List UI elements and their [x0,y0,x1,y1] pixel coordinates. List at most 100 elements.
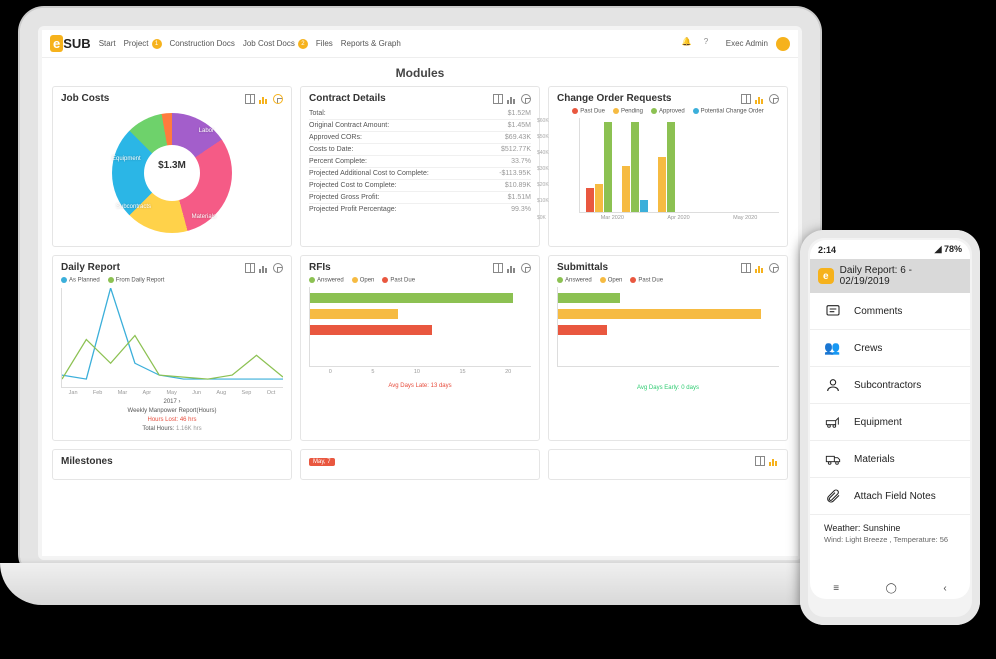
pie-view-icon[interactable] [769,263,779,273]
kv-label: Projected Gross Profit: [309,194,379,201]
phone-item-attach[interactable]: Attach Field Notes [810,478,970,515]
co-bar-chart [579,118,779,213]
paperclip-icon [824,488,842,504]
phone-screen: 2:14 ◢ 78% e Daily Report: 6 - 02/19/201… [810,240,970,599]
page-title: Modules [42,66,798,80]
rfi-x-axis: 05101520 [309,369,531,375]
nav-files[interactable]: Files [316,39,333,48]
help-icon[interactable]: ? [704,37,718,51]
job-costs-donut: $1.3M Labor Materials Subcontracts Equip… [102,108,242,238]
phone-app-logo-icon: e [818,268,834,284]
nav-job-cost-docs[interactable]: Job Cost Docs2 [243,39,308,49]
card-cutoff-2: May, 7 [300,449,540,480]
dr-x-axis: JanFebMarAprMayJunAugSepOct [61,390,283,396]
phone-item-equipment[interactable]: Equipment [810,404,970,441]
slice-equipment: Equipment [112,156,141,162]
phone-nav-buttons: ≡ ◯ ‹ [810,577,970,599]
rfi-footer: Avg Days Late: 13 days [309,383,531,389]
notifications-icon[interactable]: 🔔 [682,37,696,51]
phone-item-label: Equipment [854,417,902,428]
rfi-bar-chart [309,287,531,367]
jobcost-badge: 2 [298,39,308,49]
table-view-icon[interactable] [741,263,751,273]
submittals-title: Submittals [557,262,608,273]
card-job-costs: Job Costs $1.3M Labor Materials Subcontr… [52,86,292,247]
card-rfis: RFIs Answered Open Past Due [300,255,540,441]
phone-item-label: Subcontractors [854,380,921,391]
card-change-orders: Change Order Requests Past Due Pending A… [548,86,788,247]
slice-materials: Materials [192,214,216,220]
phone-status-bar: 2:14 ◢ 78% [810,240,970,259]
nav-project[interactable]: Project1 [124,39,162,49]
table-view-icon[interactable] [245,94,255,104]
pie-view-icon[interactable] [521,94,531,104]
sub-bar-chart [557,287,779,367]
table-view-icon[interactable] [741,94,751,104]
weather-sub: Wind: Light Breeze , Temperature: 56 [824,535,956,544]
bar-view-icon[interactable] [755,94,765,104]
pie-view-icon[interactable] [273,94,283,104]
table-view-icon[interactable] [245,263,255,273]
contract-title: Contract Details [309,93,386,104]
phone-item-subcontractors[interactable]: Subcontractors [810,367,970,404]
card-contract-details: Contract Details Total:$1.52M Original C… [300,86,540,247]
table-view-icon[interactable] [493,263,503,273]
kv-value: -$113.95K [499,170,531,177]
weather-label: Weather: Sunshine [824,523,956,533]
nav-start[interactable]: Start [99,39,116,48]
bar-view-icon[interactable] [507,94,517,104]
kv-value: $1.45M [508,122,531,129]
app-screen: eSUB Start Project1 Construction Docs Jo… [42,30,798,556]
kv-label: Percent Complete: [309,158,367,165]
sub-footer: Avg Days Early: 0 days [557,385,779,391]
laptop-frame: eSUB Start Project1 Construction Docs Jo… [20,8,820,578]
kv-value: 99.3% [511,206,531,213]
dr-legend: As Planned From Daily Report [61,277,283,284]
phone-back-icon[interactable]: ‹ [943,583,946,594]
kv-label: Original Contract Amount: [309,122,389,129]
phone-home-icon[interactable]: ◯ [886,583,897,594]
kv-label: Projected Additional Cost to Complete: [309,170,429,177]
card-submittals: Submittals Answered Open Past Due [548,255,788,441]
kv-label: Total: [309,110,326,117]
card-daily-report: Daily Report As Planned From Daily Repor… [52,255,292,441]
phone-battery: ◢ 78% [935,244,962,255]
table-view-icon[interactable] [493,94,503,104]
phone-header-title: Daily Report: 6 - 02/19/2019 [840,265,962,287]
phone-frame: 2:14 ◢ 78% e Daily Report: 6 - 02/19/201… [800,230,980,625]
bar-view-icon[interactable] [259,94,269,104]
slice-labor: Labor [199,128,214,134]
phone-item-label: Comments [854,306,902,317]
top-nav: eSUB Start Project1 Construction Docs Jo… [42,30,798,58]
daily-report-title: Daily Report [61,262,120,273]
nav-reports-graph[interactable]: Reports & Graph [341,39,401,48]
pie-view-icon[interactable] [769,94,779,104]
phone-time: 2:14 [818,245,836,255]
bar-view-icon[interactable] [769,456,779,466]
person-icon [824,377,842,393]
dr-year: 2017 › [61,399,283,405]
crews-icon: 👥 [824,340,842,356]
manpower-line-chart [61,288,283,388]
phone-recent-icon[interactable]: ≡ [833,583,839,594]
hours-lost: Hours Lost: 46 hrs [61,417,283,423]
kv-value: $1.51M [508,194,531,201]
table-view-icon[interactable] [755,456,765,466]
kv-value: $10.89K [505,182,531,189]
bar-view-icon[interactable] [259,263,269,273]
phone-item-materials[interactable]: Materials [810,441,970,478]
nav-construction-docs[interactable]: Construction Docs [170,39,235,48]
avatar-icon[interactable] [776,37,790,51]
phone-item-comments[interactable]: Comments [810,293,970,330]
pie-view-icon[interactable] [521,263,531,273]
sub-legend: Answered Open Past Due [557,277,779,284]
milestone-badge: May, 7 [309,458,335,466]
bar-view-icon[interactable] [507,263,517,273]
phone-item-crews[interactable]: 👥 Crews [810,330,970,367]
kv-label: Projected Cost to Complete: [309,182,397,189]
change-order-title: Change Order Requests [557,93,671,104]
milestones-title: Milestones [61,456,113,467]
bar-view-icon[interactable] [755,263,765,273]
kv-value: 33.7% [511,158,531,165]
pie-view-icon[interactable] [273,263,283,273]
